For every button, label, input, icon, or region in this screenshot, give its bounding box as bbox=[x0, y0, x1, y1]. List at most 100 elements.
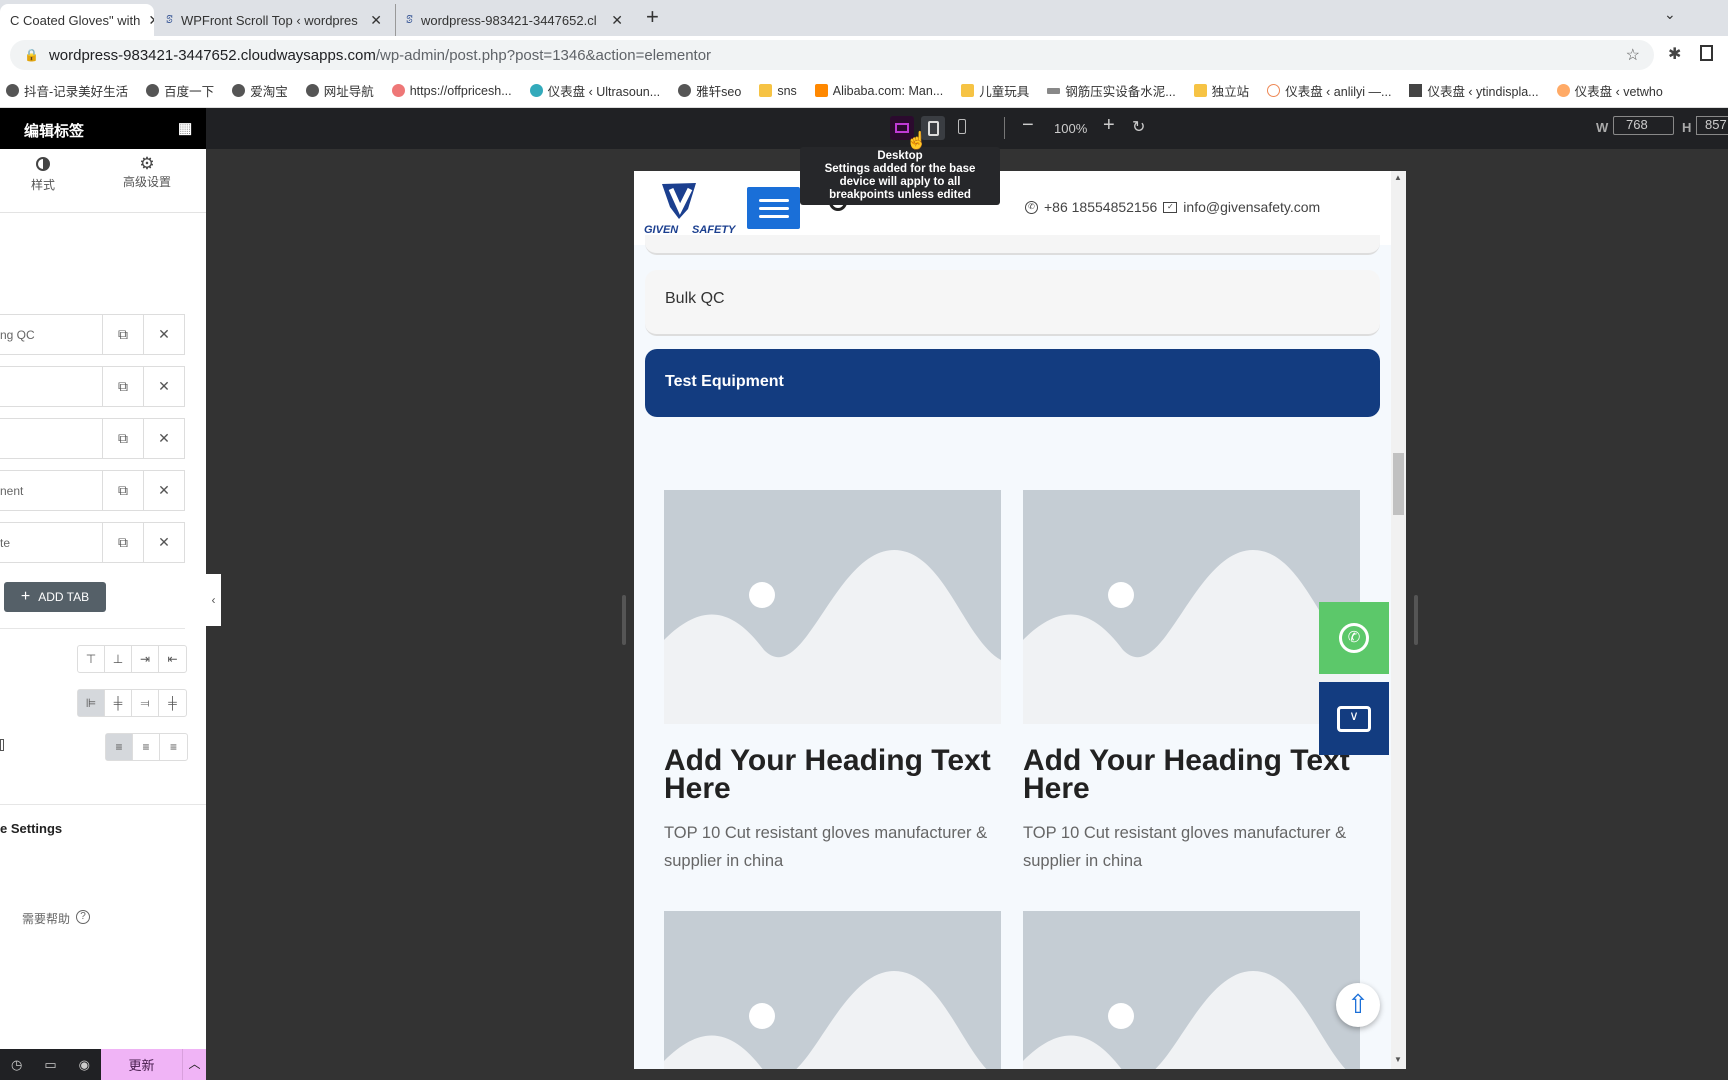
reset-zoom-icon[interactable]: ↻ bbox=[1132, 117, 1145, 137]
url-input[interactable]: 🔒 wordpress-983421-3447652.cloudwaysapps.… bbox=[10, 40, 1654, 70]
resize-handle-right[interactable] bbox=[1414, 595, 1418, 645]
scrollbar[interactable]: ▲ ▼ bbox=[1391, 171, 1406, 1069]
item-title: nent bbox=[0, 483, 24, 498]
card-heading: Add Your Heading Text Here bbox=[1023, 744, 1350, 805]
tab-2[interactable]: ꕷ WPFront Scroll Top ‹ wordpres ✕ bbox=[156, 4, 392, 36]
whatsapp-icon: ✆ bbox=[1025, 200, 1038, 214]
collapse-panel-handle[interactable]: ‹ bbox=[206, 574, 221, 626]
remove-icon[interactable]: ✕ bbox=[143, 419, 184, 458]
repeater-item[interactable]: ⧉ ✕ bbox=[0, 418, 185, 459]
image-placeholder bbox=[664, 490, 1001, 724]
bookmark[interactable]: 仪表盘 ‹ anlilyi —... bbox=[1267, 81, 1391, 100]
accordion-item-previous[interactable] bbox=[645, 235, 1380, 255]
scroll-up-icon: ▲ bbox=[1394, 173, 1402, 182]
preview-eye-icon[interactable]: ◉ bbox=[79, 1057, 90, 1073]
mobile-icon[interactable] bbox=[958, 119, 966, 134]
history-icon[interactable]: ◷ bbox=[11, 1057, 22, 1073]
bookmark[interactable]: 百度一下 bbox=[146, 81, 214, 100]
bookmark[interactable]: 抖音-记录美好生活 bbox=[6, 81, 128, 100]
remove-icon[interactable]: ✕ bbox=[143, 315, 184, 354]
responsive-mode-icon[interactable]: ▭ bbox=[44, 1057, 56, 1073]
sidepanel-icon[interactable] bbox=[1700, 45, 1713, 61]
align-bottom-icon: ⊥ bbox=[105, 646, 132, 672]
bookmark-folder[interactable]: sns bbox=[759, 84, 797, 98]
contact-info: ✆ +86 18554852156 ✓ info@givensafety.com bbox=[1025, 199, 1320, 215]
scrollbar-thumb[interactable] bbox=[1393, 453, 1404, 515]
bookmark[interactable]: 仪表盘 ‹ Ultrasoun... bbox=[529, 81, 660, 100]
address-bar-row: 🔒 wordpress-983421-3447652.cloudwaysapps.… bbox=[0, 36, 1728, 74]
tab-1[interactable]: C Coated Gloves" with ✕ bbox=[0, 4, 154, 36]
elementor-panel: 编辑标签 ▦ 样式 ⚙ 高级设置 ng QC ⧉ ✕ ⧉ ✕ ⧉ ✕ nent ⧉ ✕ te ⧉… bbox=[0, 108, 206, 1080]
zoom-out-button[interactable]: − bbox=[1022, 114, 1034, 137]
height-input[interactable]: 857 bbox=[1696, 116, 1728, 135]
tablet-icon bbox=[927, 120, 939, 136]
url-host: wordpress-983421-3447652.cloudwaysapps.c… bbox=[48, 46, 376, 64]
site-logo[interactable]: GIVEN SAFETY bbox=[644, 179, 739, 237]
bookmark-folder[interactable]: 独立站 bbox=[1193, 81, 1249, 100]
section-title[interactable]: e Settings bbox=[0, 821, 62, 836]
tab-style[interactable]: 样式 bbox=[20, 157, 66, 193]
browser-tab-bar: C Coated Gloves" with ✕ ꕷ WPFront Scroll T… bbox=[0, 0, 1728, 36]
bookmark[interactable]: 网址导航 bbox=[305, 81, 374, 100]
bookmark[interactable]: 仪表盘 ‹ ytindispla... bbox=[1409, 81, 1539, 100]
remove-icon[interactable]: ✕ bbox=[143, 367, 184, 406]
position-control[interactable]: ⊤ ⊥ ⇥ ⇤ bbox=[77, 645, 187, 673]
bookmark-folder[interactable]: 儿童玩具 bbox=[961, 81, 1029, 100]
add-tab-button[interactable]: + ADD TAB bbox=[4, 582, 106, 612]
panel-footer: ◷ ▭ ◉ bbox=[0, 1049, 101, 1080]
bookmark[interactable]: 爱淘宝 bbox=[232, 81, 288, 100]
help-link[interactable]: 需要帮助? bbox=[22, 910, 91, 927]
repeater-item[interactable]: nent ⧉ ✕ bbox=[0, 470, 185, 511]
duplicate-icon[interactable]: ⧉ bbox=[102, 367, 143, 406]
bookmark[interactable]: https://offpricesh... bbox=[391, 84, 512, 98]
item-title bbox=[0, 419, 102, 458]
image-placeholder bbox=[1023, 490, 1360, 724]
width-input[interactable]: 768 bbox=[1613, 116, 1674, 135]
star-icon[interactable]: ☆ bbox=[1626, 45, 1640, 65]
justify-stretch-icon: ╪ bbox=[168, 696, 177, 710]
bookmark[interactable]: Alibaba.com: Man... bbox=[814, 84, 943, 98]
email-float-button[interactable]: ∨ bbox=[1319, 682, 1389, 755]
bookmark[interactable]: 钢筋压实设备水泥... bbox=[1047, 81, 1176, 100]
tab-3[interactable]: ꕷ wordpress-983421-3447652.cl ✕ bbox=[395, 4, 633, 36]
update-button[interactable]: 更新 bbox=[101, 1049, 182, 1080]
chevron-up-icon[interactable]: ︿ bbox=[182, 1049, 206, 1080]
duplicate-icon[interactable]: ⧉ bbox=[102, 471, 143, 510]
tab-advanced[interactable]: ⚙ 高级设置 bbox=[116, 155, 178, 190]
remove-icon[interactable]: ✕ bbox=[143, 523, 184, 562]
duplicate-icon[interactable]: ⧉ bbox=[102, 419, 143, 458]
alignment-control[interactable]: ⊫ ╪ ⫤ ╪ bbox=[77, 689, 187, 717]
extensions-icon[interactable]: ✱ bbox=[1668, 44, 1681, 64]
divider bbox=[0, 628, 185, 629]
close-icon[interactable]: ✕ bbox=[370, 12, 382, 29]
repeater-item[interactable]: ng QC ⧉ ✕ bbox=[0, 314, 185, 355]
bookmark[interactable]: 仪表盘 ‹ vetwho bbox=[1556, 81, 1663, 100]
duplicate-icon[interactable]: ⧉ bbox=[102, 315, 143, 354]
bookmark[interactable]: 雅轩seo bbox=[678, 81, 741, 100]
panel-header: 编辑标签 ▦ bbox=[0, 108, 206, 149]
repeater-item[interactable]: te ⧉ ✕ bbox=[0, 522, 185, 563]
envelope-icon: ∨ bbox=[1337, 705, 1371, 732]
zoom-in-button[interactable]: + bbox=[1103, 114, 1115, 137]
close-icon[interactable]: ✕ bbox=[611, 12, 623, 29]
grid-menu-icon[interactable]: ▦ bbox=[178, 119, 192, 137]
scroll-top-button[interactable]: ⇧ bbox=[1336, 983, 1380, 1027]
menu-button[interactable] bbox=[747, 187, 800, 229]
whatsapp-float-button[interactable]: ✆ bbox=[1319, 602, 1389, 674]
text-align-control[interactable]: ≡ ≡ ≡ bbox=[105, 733, 188, 761]
text-align-left-icon: ≡ bbox=[106, 734, 133, 760]
resize-handle-left[interactable] bbox=[622, 595, 626, 645]
justify-center-icon: ╪ bbox=[105, 690, 132, 716]
close-icon[interactable]: ✕ bbox=[148, 12, 154, 29]
repeater-item[interactable]: ⧉ ✕ bbox=[0, 366, 185, 407]
site-header: GIVEN SAFETY ✆ +86 18554852156 ✓ info@givens… bbox=[634, 171, 1391, 245]
accordion-item[interactable]: Bulk QC bbox=[645, 270, 1380, 336]
device-tooltip: Desktop Settings added for the base devic… bbox=[800, 147, 1000, 205]
responsive-icon bbox=[0, 739, 4, 751]
plus-icon: + bbox=[20, 588, 31, 605]
new-tab-button[interactable]: + bbox=[646, 4, 659, 30]
tab-search-chevron-icon[interactable]: ⌄ bbox=[1664, 6, 1676, 23]
duplicate-icon[interactable]: ⧉ bbox=[102, 523, 143, 562]
remove-icon[interactable]: ✕ bbox=[143, 471, 184, 510]
accordion-item-active[interactable]: Test Equipment bbox=[645, 349, 1380, 417]
